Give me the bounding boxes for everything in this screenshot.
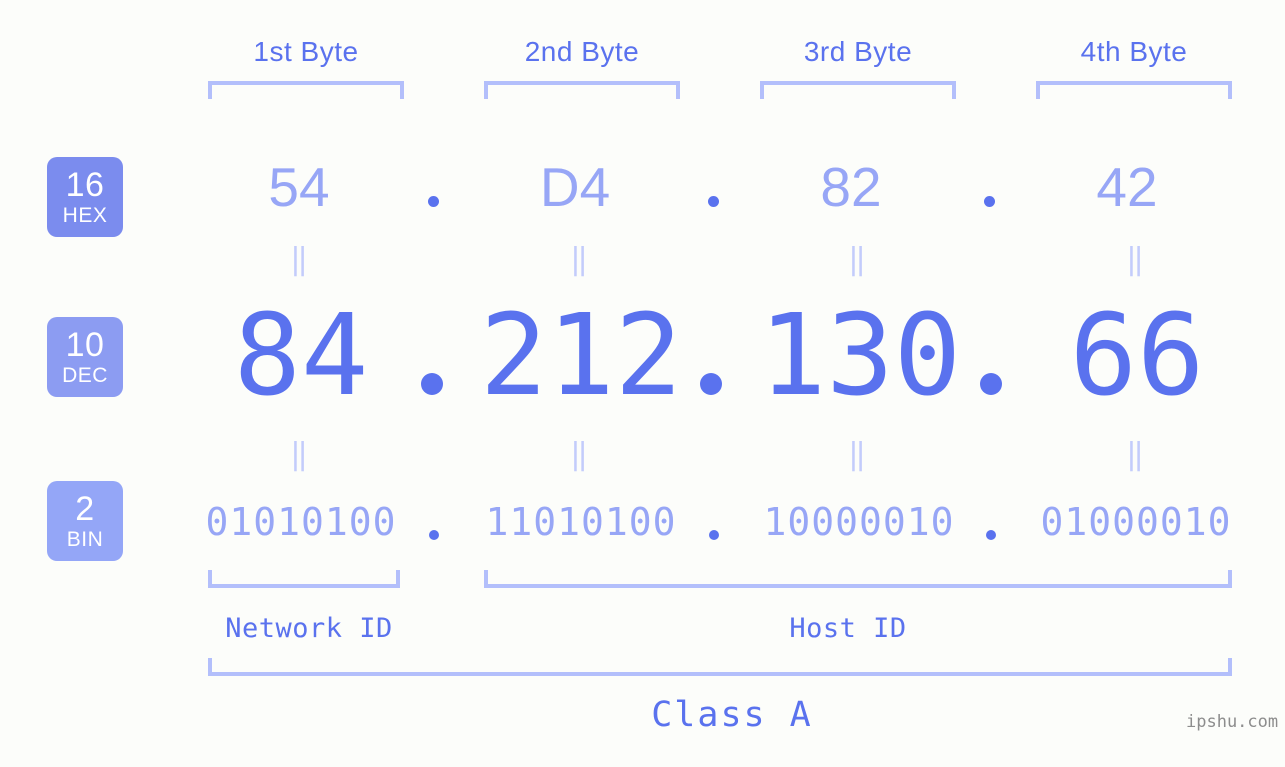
network-id-bracket — [208, 570, 400, 588]
dec-octet-1: 84 — [176, 300, 426, 412]
equality-connector-symbol: ‖ — [289, 242, 309, 277]
watermark: ipshu.com — [1186, 712, 1278, 732]
dec-octet-3: 130 — [735, 300, 985, 412]
equality-connector-symbol: ‖ — [569, 437, 589, 472]
class-bracket — [208, 658, 1232, 676]
ip-breakdown-diagram: 1st Byte 2nd Byte 3rd Byte 4th Byte 16 H… — [0, 0, 1285, 767]
base-badge-dec: 10 DEC — [47, 317, 123, 397]
dec-separator-1 — [421, 373, 443, 395]
dec-octet-4-value: 66 — [1069, 291, 1205, 421]
dec-octet-3-value: 130 — [758, 291, 962, 421]
base-badge-bin-abbr: BIN — [66, 528, 104, 551]
byte-header-4: 4th Byte — [1024, 36, 1244, 68]
bin-separator-2 — [709, 530, 719, 540]
bin-separator-1 — [429, 530, 439, 540]
class-label: Class A — [522, 695, 942, 735]
equality-connector-dec-bin-3: ‖ — [754, 440, 960, 470]
hex-separator-2 — [708, 196, 719, 207]
host-id-label: Host ID — [743, 613, 953, 644]
equality-connector-symbol: ‖ — [847, 242, 867, 277]
equality-connector-dec-bin-2: ‖ — [476, 440, 682, 470]
dec-octet-1-value: 84 — [233, 291, 369, 421]
hex-separator-1 — [428, 196, 439, 207]
network-id-text: Network ID — [225, 613, 393, 644]
equality-connector-symbol: ‖ — [569, 242, 589, 277]
bin-octet-2: 11010100 — [470, 503, 692, 541]
watermark-text: ipshu.com — [1186, 712, 1279, 732]
equality-connector-hex-dec-4: ‖ — [1032, 245, 1238, 275]
dec-octet-4: 66 — [1012, 300, 1262, 412]
bin-octet-1: 01010100 — [190, 503, 412, 541]
host-id-bracket — [484, 570, 1232, 588]
equality-connector-dec-bin-4: ‖ — [1032, 440, 1238, 470]
base-badge-bin: 2 BIN — [47, 481, 123, 561]
base-badge-hex-abbr: HEX — [62, 204, 108, 227]
base-badge-dec-number: 10 — [65, 326, 105, 364]
bin-octet-3: 10000010 — [748, 503, 970, 541]
hex-octet-1-value: 54 — [268, 156, 330, 218]
dec-octet-2-value: 212 — [479, 291, 683, 421]
byte-header-3-label: 3rd Byte — [803, 36, 913, 67]
network-id-label: Network ID — [204, 613, 414, 644]
byte-bracket-2 — [484, 81, 680, 99]
byte-header-3: 3rd Byte — [748, 36, 968, 68]
base-badge-hex: 16 HEX — [47, 157, 123, 237]
host-id-text: Host ID — [789, 613, 907, 644]
hex-octet-4: 42 — [1024, 160, 1230, 215]
dec-octet-2: 212 — [456, 300, 706, 412]
equality-connector-hex-dec-3: ‖ — [754, 245, 960, 275]
equality-connector-hex-dec-1: ‖ — [196, 245, 402, 275]
bin-octet-4-value: 01000010 — [1040, 500, 1232, 544]
bin-octet-3-value: 10000010 — [763, 500, 955, 544]
hex-octet-2: D4 — [472, 160, 678, 215]
class-text: Class A — [651, 695, 813, 735]
byte-bracket-3 — [760, 81, 956, 99]
base-badge-hex-number: 16 — [65, 166, 105, 204]
hex-separator-3 — [984, 196, 995, 207]
byte-bracket-1 — [208, 81, 404, 99]
byte-bracket-4 — [1036, 81, 1232, 99]
bin-octet-1-value: 01010100 — [205, 500, 397, 544]
dec-separator-2 — [700, 373, 722, 395]
byte-header-2-label: 2nd Byte — [524, 36, 640, 67]
hex-octet-3-value: 82 — [820, 156, 882, 218]
dec-separator-3 — [980, 373, 1002, 395]
byte-header-1: 1st Byte — [196, 36, 416, 68]
bin-octet-2-value: 11010100 — [485, 500, 677, 544]
hex-octet-3: 82 — [748, 160, 954, 215]
equality-connector-dec-bin-1: ‖ — [196, 440, 402, 470]
byte-header-4-label: 4th Byte — [1080, 36, 1188, 67]
base-badge-bin-number: 2 — [75, 490, 95, 528]
hex-octet-2-value: D4 — [539, 156, 611, 218]
equality-connector-symbol: ‖ — [1125, 437, 1145, 472]
base-badge-dec-abbr: DEC — [62, 364, 108, 387]
byte-header-1-label: 1st Byte — [253, 36, 359, 67]
equality-connector-symbol: ‖ — [289, 437, 309, 472]
hex-octet-4-value: 42 — [1096, 156, 1158, 218]
equality-connector-symbol: ‖ — [847, 437, 867, 472]
hex-octet-1: 54 — [196, 160, 402, 215]
bin-octet-4: 01000010 — [1025, 503, 1247, 541]
byte-header-2: 2nd Byte — [472, 36, 692, 68]
equality-connector-hex-dec-2: ‖ — [476, 245, 682, 275]
bin-separator-3 — [986, 530, 996, 540]
equality-connector-symbol: ‖ — [1125, 242, 1145, 277]
